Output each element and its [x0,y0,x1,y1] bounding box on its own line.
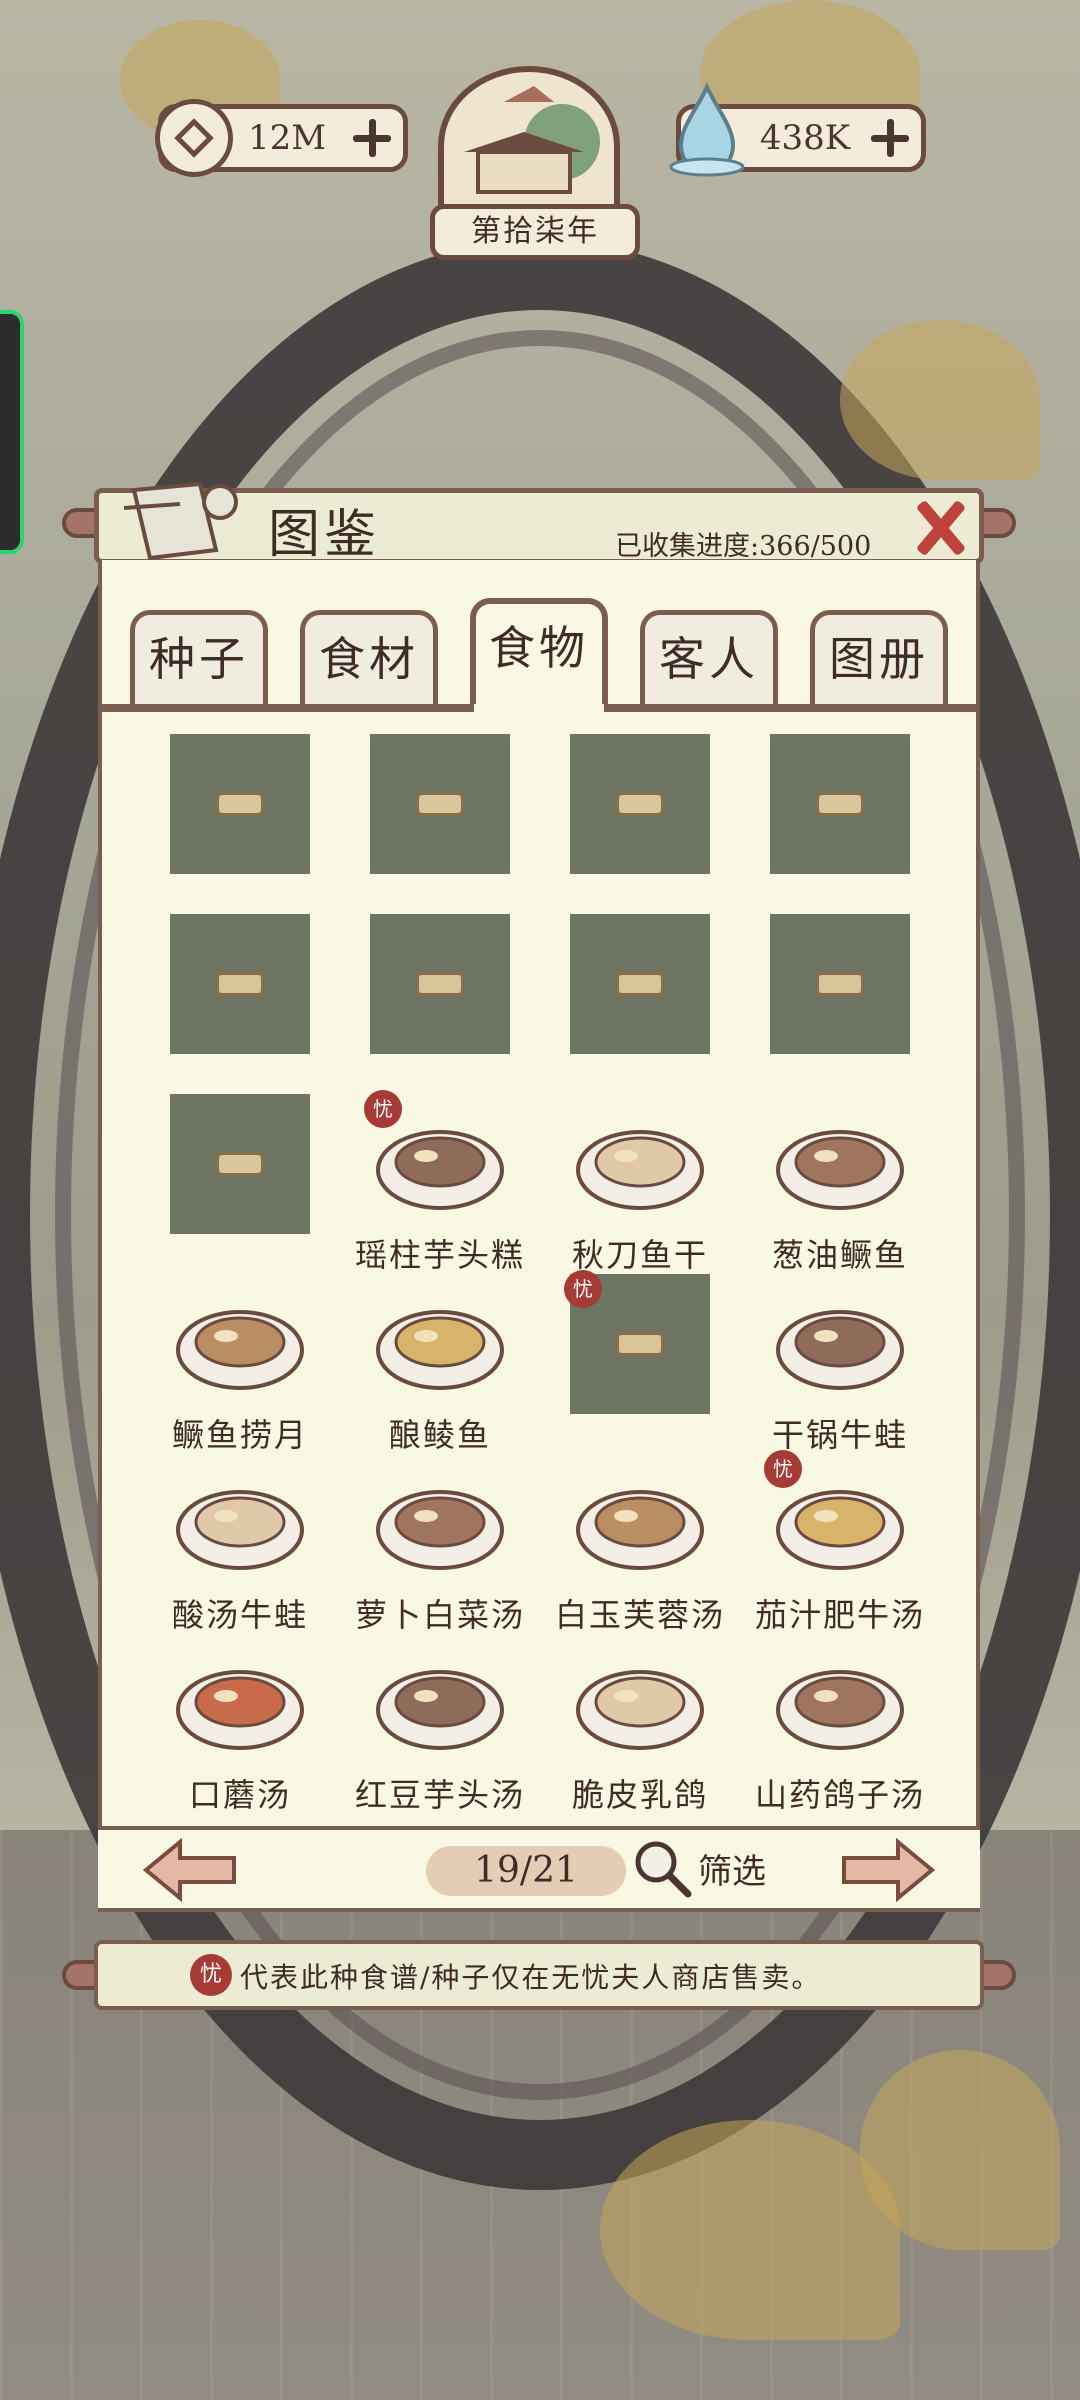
locked-food-slot[interactable] [770,734,910,874]
food-name-label: 鳜鱼捞月 [171,1416,308,1454]
water-counter: 438K [669,82,926,177]
food-name-label: 酿鲮鱼 [388,1416,491,1454]
coin-value: 12M [247,118,327,158]
collection-progress: 已收集进度:366/500 [615,531,872,562]
food-name-label: 山药鸽子汤 [754,1776,925,1814]
food-dish-icon[interactable] [170,1280,310,1400]
tab-album[interactable]: 图册 [810,610,948,708]
food-name-label: 脆皮乳鸽 [571,1776,708,1814]
food-name-label: 萝卜白菜汤 [354,1596,525,1634]
notice-text: 代表此种食谱/种子仅在无忧夫人商店售卖。 [240,1961,822,1994]
category-tabs: 种子 食材 食物 客人 图册 [98,598,980,712]
scroll-icon [123,481,238,561]
tab-food[interactable]: 食物 [470,598,608,712]
add-water-button[interactable] [869,117,911,159]
panel-title: 图鉴 [268,505,381,565]
next-page-button[interactable] [840,1838,936,1902]
food-dish-icon[interactable] [570,1640,710,1760]
prev-page-button[interactable] [142,1838,238,1902]
side-drawer-handle[interactable] [0,310,24,554]
ginkgo-leaf-decoration [840,320,1040,480]
locked-food-slot[interactable] [170,1094,310,1234]
coin-counter: 12M [155,99,408,177]
locked-food-slot[interactable] [770,914,910,1054]
water-drop-icon [669,82,745,177]
page-indicator: 19/21 [426,1846,626,1896]
tab-guests[interactable]: 客人 [640,610,778,708]
coin-icon [155,99,233,177]
food-dish-icon[interactable] [370,1460,510,1580]
food-name-label: 白玉芙蓉汤 [554,1596,725,1634]
food-dish-icon[interactable] [170,1640,310,1760]
shop-exclusive-badge: 忧 [364,1090,402,1128]
shop-exclusive-badge: 忧 [564,1270,602,1308]
ginkgo-leaf-decoration [600,2120,900,2340]
ginkgo-leaf-decoration [860,2050,1060,2250]
pavilion-icon [464,86,600,194]
year-label: 第拾柒年 [430,204,640,260]
food-dish-icon[interactable] [570,1460,710,1580]
active-tab-gap [474,704,604,714]
magnifier-icon [635,1841,692,1898]
tab-ingredients[interactable]: 食材 [300,610,438,708]
food-name-label: 酸汤牛蛙 [171,1596,308,1634]
food-name-label: 瑶柱芋头糕 [354,1236,525,1274]
shop-exclusive-badge: 忧 [764,1450,802,1488]
food-name-label: 干锅牛蛙 [771,1416,908,1454]
food-dish-icon[interactable] [370,1640,510,1760]
water-value: 438K [759,118,851,158]
food-dish-icon[interactable] [770,1280,910,1400]
food-dish-icon[interactable] [770,1640,910,1760]
food-name-label: 葱油鳜鱼 [771,1236,908,1274]
tab-seeds[interactable]: 种子 [130,610,268,708]
locked-food-slot[interactable] [370,914,510,1054]
shop-exclusive-badge: 忧 [190,1954,232,1996]
filter-button[interactable]: 筛选 [630,1836,766,1900]
food-name-label: 茄汁肥牛汤 [754,1596,925,1634]
locked-food-slot[interactable] [570,914,710,1054]
food-name-label: 口蘑汤 [188,1776,291,1814]
filter-label: 筛选 [698,1851,766,1892]
food-dish-icon[interactable] [770,1100,910,1220]
close-button[interactable] [910,498,970,558]
food-dish-icon[interactable] [570,1100,710,1220]
food-dish-icon[interactable] [370,1280,510,1400]
food-name-label: 秋刀鱼干 [571,1236,708,1274]
locked-food-slot[interactable] [170,914,310,1054]
food-name-label: 红豆芋头汤 [354,1776,525,1814]
locked-food-slot[interactable] [370,734,510,874]
locked-food-slot[interactable] [570,734,710,874]
pavilion-emblem[interactable] [438,66,620,226]
food-dish-icon[interactable] [170,1460,310,1580]
locked-food-slot[interactable] [170,734,310,874]
add-coins-button[interactable] [351,117,393,159]
